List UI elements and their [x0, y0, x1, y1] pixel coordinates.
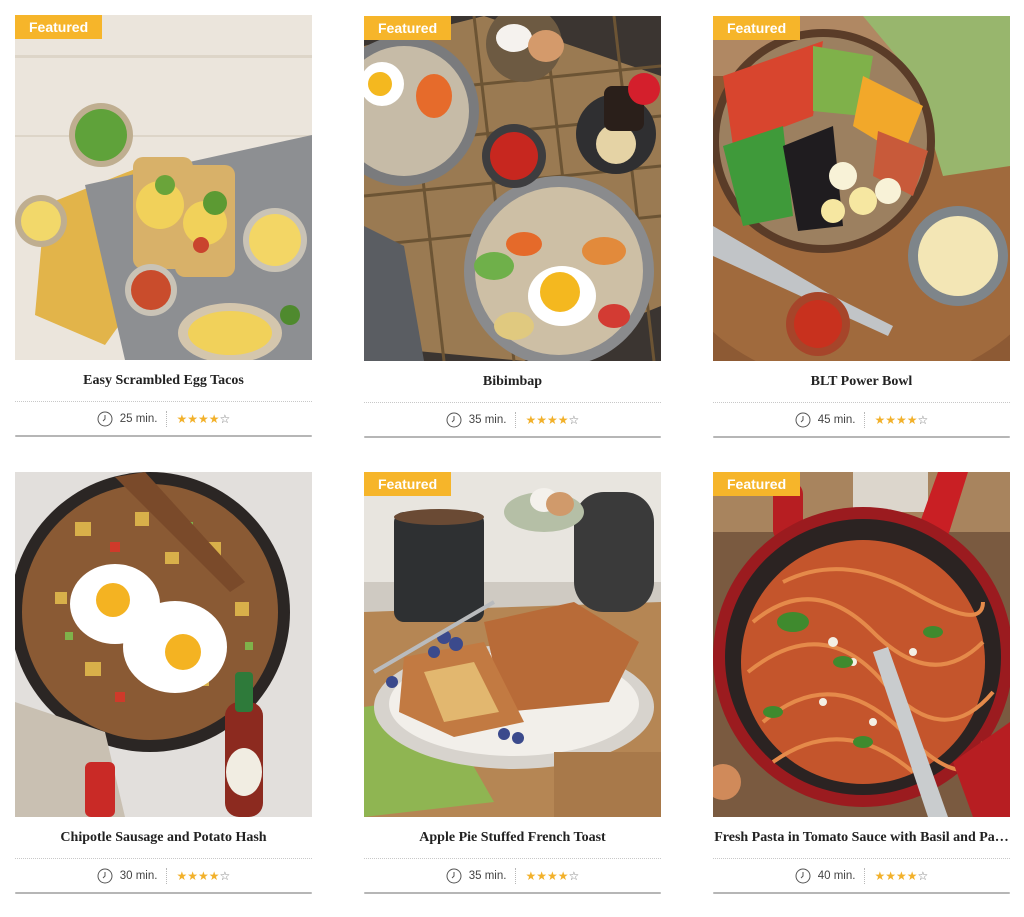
star-rating: ★★★★☆ — [525, 413, 579, 427]
french-toast-photo — [364, 472, 661, 817]
star-icon: ★ — [176, 411, 188, 426]
featured-badge: Featured — [15, 15, 103, 39]
clock-icon — [97, 411, 113, 427]
star-icon: ★ — [208, 868, 220, 883]
meta-divider — [515, 867, 517, 884]
card-bottom-rule — [364, 436, 661, 438]
card-bottom-rule — [713, 436, 1010, 438]
star-icon: ★ — [885, 868, 896, 883]
recipe-meta: 40 min. ★★★★☆ — [713, 858, 1010, 892]
star-empty-icon: ☆ — [568, 868, 580, 883]
star-empty-icon: ☆ — [917, 412, 929, 427]
star-icon: ★ — [885, 412, 896, 427]
recipe-title[interactable]: Chipotle Sausage and Potato Hash — [15, 817, 312, 858]
star-icon: ★ — [187, 868, 198, 883]
recipe-title[interactable]: Bibimbap — [364, 361, 661, 402]
card-bottom-rule — [364, 892, 661, 894]
featured-badge: Featured — [364, 16, 452, 40]
clock-icon — [795, 868, 811, 884]
card-bottom-rule — [15, 892, 312, 894]
recipe-photo[interactable]: Featured — [364, 472, 661, 817]
star-icon: ★ — [197, 868, 209, 883]
star-icon: ★ — [525, 868, 537, 883]
clock-icon — [446, 412, 462, 428]
recipe-photo[interactable]: Featured — [364, 16, 661, 361]
star-rating: ★★★★☆ — [874, 413, 928, 427]
star-icon: ★ — [536, 412, 547, 427]
star-icon: ★ — [536, 868, 547, 883]
cook-time: 25 min. — [119, 412, 158, 425]
star-empty-icon: ☆ — [219, 868, 231, 883]
star-icon: ★ — [906, 412, 918, 427]
recipe-meta: 30 min. ★★★★☆ — [15, 858, 312, 892]
star-icon: ★ — [187, 411, 198, 426]
recipe-meta: 35 min. ★★★★☆ — [364, 402, 661, 436]
star-rating: ★★★★☆ — [525, 869, 579, 883]
star-icon: ★ — [546, 412, 558, 427]
recipe-title[interactable]: Fresh Pasta in Tomato Sauce with Basil a… — [713, 817, 1010, 858]
meta-divider — [166, 867, 168, 884]
recipe-card[interactable]: Chipotle Sausage and Potato Hash 30 min.… — [15, 472, 312, 894]
bibimbap-photo — [364, 16, 661, 361]
clock-icon — [446, 868, 462, 884]
recipe-title[interactable]: Easy Scrambled Egg Tacos — [15, 360, 312, 401]
star-icon: ★ — [895, 868, 907, 883]
recipe-meta: 25 min. ★★★★☆ — [15, 401, 312, 435]
star-icon: ★ — [906, 868, 918, 883]
recipe-card[interactable]: Featured Apple Pie Stuffed French Toast … — [364, 472, 661, 894]
recipe-photo[interactable]: Featured — [713, 472, 1010, 817]
recipe-meta: 45 min. ★★★★☆ — [713, 402, 1010, 436]
recipe-photo[interactable] — [15, 472, 312, 817]
star-icon: ★ — [874, 412, 886, 427]
clock-icon — [795, 412, 811, 428]
recipe-card[interactable]: Featured Fresh Pasta in Tomato Sauce wit… — [713, 472, 1010, 894]
meta-divider — [864, 411, 866, 428]
star-rating: ★★★★☆ — [176, 869, 230, 883]
recipe-meta: 35 min. ★★★★☆ — [364, 858, 661, 892]
star-rating: ★★★★☆ — [176, 412, 230, 426]
egg-tacos-photo — [15, 15, 312, 360]
featured-badge: Featured — [713, 472, 801, 496]
star-icon: ★ — [525, 412, 537, 427]
recipe-card[interactable]: Featured BLT Power Bowl 45 min. ★★★★☆ — [713, 16, 1010, 438]
recipe-title[interactable]: BLT Power Bowl — [713, 361, 1010, 402]
recipe-photo[interactable]: Featured — [713, 16, 1010, 361]
meta-divider — [166, 410, 168, 427]
cook-time: 40 min. — [817, 869, 856, 882]
star-empty-icon: ☆ — [219, 411, 231, 426]
cook-time: 45 min. — [817, 413, 856, 426]
meta-divider — [515, 411, 517, 428]
cook-time: 30 min. — [119, 869, 158, 882]
recipe-photo[interactable]: Featured — [15, 15, 312, 360]
star-icon: ★ — [546, 868, 558, 883]
star-icon: ★ — [874, 868, 886, 883]
potato-hash-photo — [15, 472, 312, 817]
star-icon: ★ — [176, 868, 188, 883]
star-icon: ★ — [197, 411, 209, 426]
recipe-title[interactable]: Apple Pie Stuffed French Toast — [364, 817, 661, 858]
recipe-card[interactable]: Featured Bibimbap 35 min. ★★★★☆ — [364, 16, 661, 438]
star-icon: ★ — [557, 412, 569, 427]
cook-time: 35 min. — [468, 413, 507, 426]
recipe-card[interactable]: Featured Easy Scrambled Egg Tacos 25 min… — [15, 15, 312, 437]
star-empty-icon: ☆ — [917, 868, 929, 883]
cook-time: 35 min. — [468, 869, 507, 882]
blt-bowl-photo — [713, 16, 1010, 361]
star-rating: ★★★★☆ — [874, 869, 928, 883]
card-bottom-rule — [713, 892, 1010, 894]
card-bottom-rule — [15, 435, 312, 437]
meta-divider — [864, 867, 866, 884]
star-icon: ★ — [557, 868, 569, 883]
featured-badge: Featured — [713, 16, 801, 40]
pasta-photo — [713, 472, 1010, 817]
clock-icon — [97, 868, 113, 884]
star-icon: ★ — [895, 412, 907, 427]
star-empty-icon: ☆ — [568, 412, 580, 427]
star-icon: ★ — [208, 411, 220, 426]
featured-badge: Featured — [364, 472, 452, 496]
